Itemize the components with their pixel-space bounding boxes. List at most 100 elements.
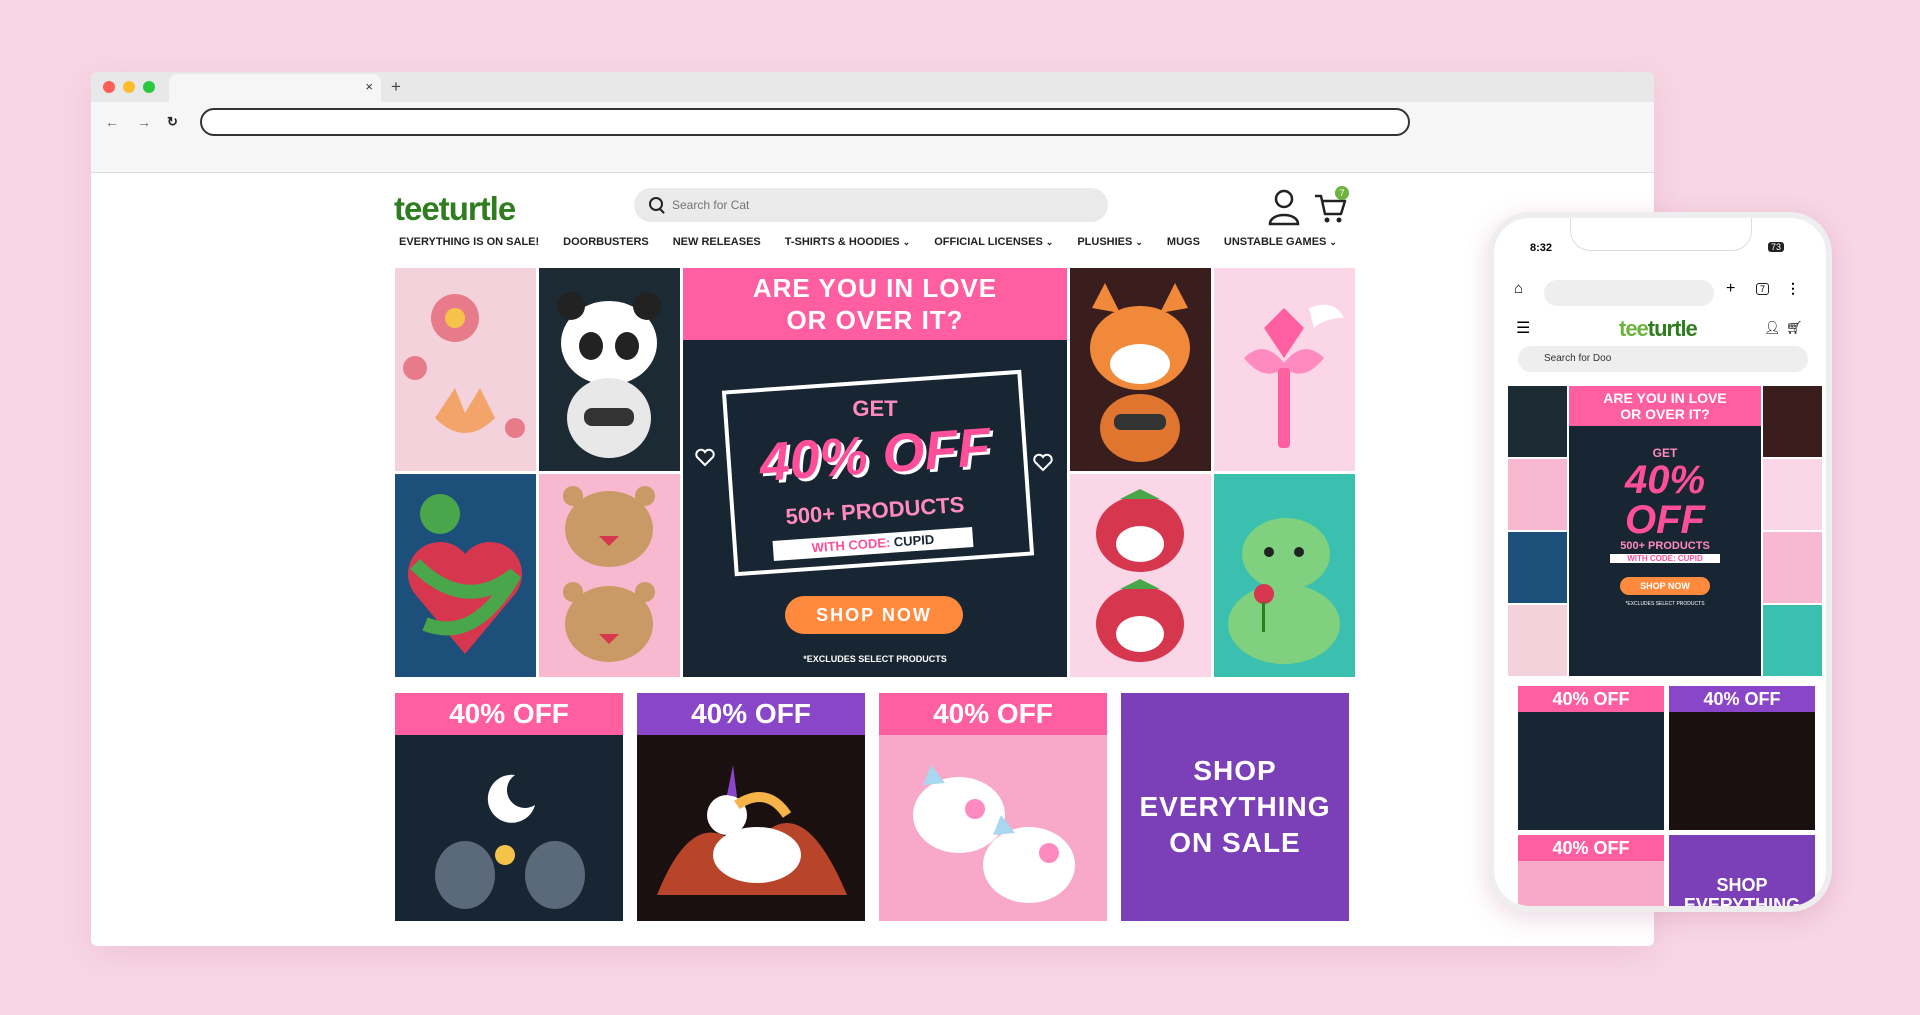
phone-time: 8:32	[1530, 242, 1553, 254]
hero-disclaimer: *EXCLUDES SELECT PRODUCTS	[803, 654, 947, 664]
search-bar[interactable]	[634, 188, 1108, 222]
phone-promo-opossums[interactable]: 40% OFF	[1518, 686, 1664, 830]
phone-panda-tile	[1508, 386, 1567, 457]
nav-label: NEW RELEASES	[672, 236, 761, 248]
hero-center-promo[interactable]: ARE YOU IN LOVE OR OVER IT? GET 40% OFF 5…	[683, 268, 1067, 677]
main-nav: EVERYTHING IS ON SALE! DOORBUSTERS NEW R…	[395, 236, 1349, 248]
nav-item-new-releases[interactable]: NEW RELEASES	[661, 236, 773, 248]
phone-hero-center[interactable]: ARE YOU IN LOVE OR OVER IT? GET 40% OFF 5…	[1569, 386, 1761, 676]
phone-promo-unicorn[interactable]: 40% OFF	[1669, 686, 1815, 830]
chevron-down-icon: ⌄	[1045, 237, 1054, 247]
magic-wand-tile	[1214, 268, 1355, 471]
new-tab-button[interactable]: +	[391, 77, 401, 97]
nav-item-mugs[interactable]: MUGS	[1155, 236, 1212, 248]
home-icon[interactable]: ⌂	[1514, 280, 1523, 297]
cart-count-badge: 7	[1335, 186, 1349, 200]
nav-label: OFFICIAL LICENSES	[934, 236, 1043, 248]
heart-icon	[695, 448, 715, 467]
shop-everything-on-sale-card[interactable]: SHOP EVERYTHING ON SALE	[1121, 693, 1349, 921]
phone-shop-now-button[interactable]: SHOP NOW	[1620, 577, 1710, 595]
shop-all-line1: SHOP	[1193, 755, 1277, 786]
phone-hero-products: 500+ PRODUCTS	[1620, 540, 1710, 552]
dinosaur-rose-tile	[1214, 474, 1355, 677]
phone-hero-discount-line1: 40%	[1624, 458, 1706, 502]
browser-tab[interactable]: ×	[169, 74, 381, 102]
phone-promo-cats[interactable]: 40% OFF	[1518, 835, 1664, 906]
forward-arrow-icon[interactable]: →	[137, 114, 151, 130]
phone-search-placeholder: Search for Doo	[1544, 353, 1612, 364]
nav-label: PLUSHIES	[1077, 236, 1133, 248]
phone-dino-tile	[1763, 605, 1822, 676]
phone-hero-headline: ARE YOU IN LOVE OR OVER IT?	[1569, 386, 1761, 426]
nav-label: DOORBUSTERS	[563, 236, 649, 248]
promo-label: 40% OFF	[395, 693, 623, 735]
skeleton-unicorn-image	[637, 735, 865, 921]
hero-banner[interactable]: ARE YOU IN LOVE OR OVER IT? GET 40% OFF 5…	[395, 268, 1355, 677]
phone-tab-count[interactable]: 7	[1756, 283, 1770, 295]
phone-hero-disclaimer: *EXCLUDES SELECT PRODUCTS	[1625, 601, 1705, 607]
chevron-down-icon: ⌄	[1135, 237, 1143, 247]
phone-account-icon[interactable]: 👤︎	[1764, 320, 1781, 336]
search-input[interactable]	[670, 197, 1074, 213]
browser-window: × + ← → ↻ teeturtle 7 EVERYTHING IS ON S…	[91, 72, 1654, 946]
logo-part2: turtle	[438, 190, 516, 227]
promo-card-unicorn[interactable]: 40% OFF	[637, 693, 865, 921]
cart-button[interactable]: 7	[1313, 186, 1349, 226]
promo-card-cat-plushies[interactable]: 40% OFF	[879, 693, 1107, 921]
phone-address-bar[interactable]	[1544, 280, 1714, 306]
nav-label: EVERYTHING IS ON SALE!	[399, 236, 540, 248]
window-controls	[103, 81, 155, 93]
phone-flower-tile	[1508, 605, 1567, 676]
close-tab-icon[interactable]: ×	[365, 79, 373, 94]
shop-all-line3: ON SALE	[1169, 827, 1301, 858]
nav-label: T-SHIRTS & HOODIES	[784, 236, 900, 248]
phone-new-tab-button[interactable]: +	[1726, 280, 1735, 298]
nav-item-unstable-games[interactable]: UNSTABLE GAMES ⌄	[1212, 236, 1349, 248]
maximize-window-button[interactable]	[143, 81, 155, 93]
nav-item-doorbusters[interactable]: DOORBUSTERS	[551, 236, 661, 248]
website: teeturtle 7 EVERYTHING IS ON SALE! DOORB…	[91, 172, 1654, 946]
address-bar[interactable]	[200, 108, 1410, 136]
phone-promo-label: 40% OFF	[1669, 686, 1815, 712]
shop-all-line2: EVERYTHING	[1139, 791, 1331, 822]
minimize-window-button[interactable]	[123, 81, 135, 93]
strawberry-cat-plushie-tile	[1070, 474, 1211, 677]
shop-now-button[interactable]: SHOP NOW	[785, 596, 963, 634]
nav-item-everything-on-sale[interactable]: EVERYTHING IS ON SALE!	[395, 236, 551, 248]
nav-item-tshirts-hoodies[interactable]: T-SHIRTS & HOODIES ⌄	[773, 236, 922, 248]
phone-snake-tile	[1508, 532, 1567, 603]
phone-shop-all-card[interactable]: SHOP EVERYTHING	[1669, 835, 1815, 912]
close-window-button[interactable]	[103, 81, 115, 93]
teeturtle-logo[interactable]: teeturtle	[394, 190, 516, 228]
gamer-panda-tile	[539, 268, 680, 471]
hamburger-menu-icon[interactable]: ☰	[1516, 318, 1530, 338]
phone-hero-code: WITH CODE: CUPID	[1610, 554, 1720, 563]
cat-plushies-image	[879, 735, 1107, 921]
phone-hero-discount-line2: OFF	[1625, 498, 1705, 542]
logo-part1: tee	[394, 190, 440, 227]
phone-shop-all-line1: SHOP	[1716, 875, 1768, 895]
chevron-down-icon: ⌄	[902, 237, 911, 247]
nav-item-plushies[interactable]: PLUSHIES ⌄	[1065, 236, 1155, 248]
account-icon[interactable]	[1267, 188, 1301, 226]
nav-item-official-licenses[interactable]: OFFICIAL LICENSES ⌄	[922, 236, 1065, 248]
phone-logo[interactable]: teeturtle	[1619, 316, 1698, 342]
phone-hero[interactable]: ARE YOU IN LOVE OR OVER IT? GET 40% OFF 5…	[1508, 386, 1822, 676]
phone-shop-all-line2: EVERYTHING	[1683, 895, 1801, 912]
reload-icon[interactable]: ↻	[167, 114, 178, 130]
back-arrow-icon[interactable]: ←	[105, 114, 119, 130]
phone-red-panda-tile	[1763, 386, 1822, 457]
search-icon	[649, 197, 663, 211]
promo-label: 40% OFF	[879, 693, 1107, 735]
promo-code-prefix: WITH CODE:	[811, 534, 891, 556]
promo-card-opossums[interactable]: 40% OFF	[395, 693, 623, 921]
bear-plushie-tile	[539, 474, 680, 677]
phone-cart-icon[interactable]: 🛒︎	[1786, 320, 1803, 336]
more-menu-icon[interactable]: ⋮	[1786, 280, 1800, 297]
hero-headline-line2: OR OVER IT?	[786, 305, 964, 335]
browser-toolbar: ← → ↻	[91, 102, 1654, 173]
opossums-moon-image	[395, 735, 623, 921]
phone-search-bar[interactable]: Search for Doo	[1518, 346, 1808, 372]
phone-hero-line1: ARE YOU IN LOVE	[1603, 390, 1727, 406]
phone-notch	[1570, 218, 1752, 251]
